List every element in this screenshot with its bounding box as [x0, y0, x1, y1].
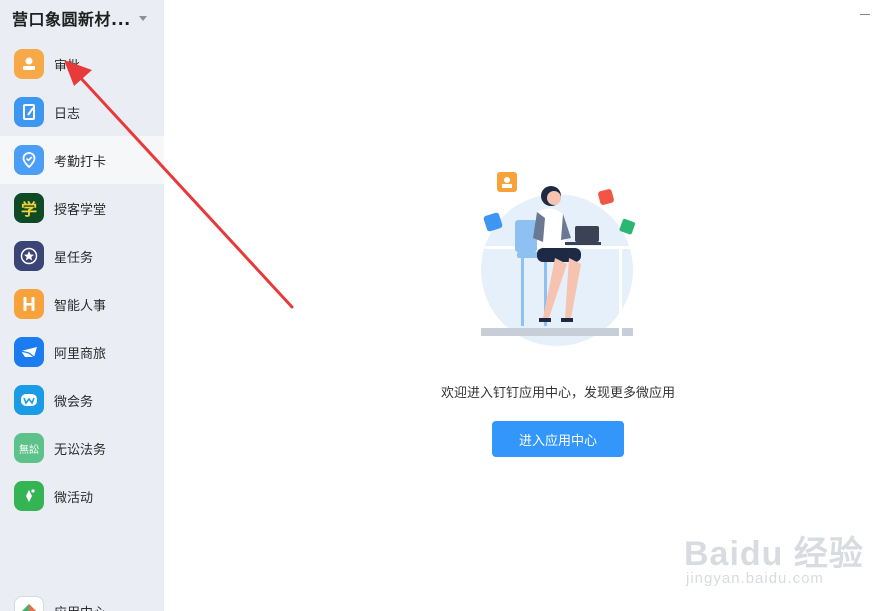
legal-glyph: 無訟	[19, 444, 39, 456]
welcome-message: 欢迎进入钉钉应用中心，发现更多微应用	[440, 386, 675, 401]
nav-item-approval[interactable]: 审批	[0, 40, 164, 88]
hr-icon	[14, 289, 44, 319]
app-nav: 审批 日志 考勤打卡 学 授客学堂 星任务 智能人事 阿里商旅 微会务 無訟 无…	[0, 40, 164, 520]
nav-item-meeting[interactable]: 微会务	[0, 376, 164, 424]
caret-down-icon	[138, 15, 147, 21]
travel-icon	[14, 337, 44, 367]
main-panel: 欢迎进入钉钉应用中心，发现更多微应用 进入应用中心 Baidu 经验 jingy…	[164, 0, 896, 611]
watermark-main: Baidu 经验	[684, 535, 864, 573]
activity-icon	[14, 481, 44, 511]
minimize-icon[interactable]	[860, 14, 870, 15]
checkin-location-icon	[14, 145, 44, 175]
org-switcher[interactable]: 营口象圆新材...	[12, 7, 158, 29]
learning-icon: 学	[14, 193, 44, 223]
nav-item-log[interactable]: 日志	[0, 88, 164, 136]
nav-label: 应用中心	[54, 602, 106, 611]
nav-label: 授客学堂	[54, 202, 107, 218]
nav-item-activity[interactable]: 微活动	[0, 472, 164, 520]
nav-label: 阿里商旅	[54, 346, 107, 362]
baidu-watermark: Baidu 经验 jingyan.baidu.com	[684, 514, 894, 594]
log-icon	[14, 97, 44, 127]
enter-app-center-button[interactable]: 进入应用中心	[492, 421, 624, 457]
nav-label: 日志	[54, 106, 81, 122]
nav-label: 智能人事	[54, 298, 107, 314]
app-center-entry[interactable]: 应用中心	[14, 596, 106, 611]
nav-label: 微活动	[54, 490, 94, 506]
nav-item-hr[interactable]: 智能人事	[0, 280, 164, 328]
nav-item-checkin[interactable]: 考勤打卡	[0, 136, 164, 184]
watermark-sub: jingyan.baidu.com	[686, 570, 824, 587]
welcome-illustration	[481, 172, 636, 346]
star-task-icon	[14, 241, 44, 271]
app-center-icon	[14, 596, 44, 611]
nav-label: 无讼法务	[54, 442, 107, 458]
meeting-icon	[14, 385, 44, 415]
legal-icon: 無訟	[14, 433, 44, 463]
nav-item-learning[interactable]: 学 授客学堂	[0, 184, 164, 232]
nav-label: 微会务	[54, 394, 94, 410]
nav-item-travel[interactable]: 阿里商旅	[0, 328, 164, 376]
org-name: 营口象圆新材...	[12, 10, 131, 29]
learning-glyph: 学	[20, 200, 37, 219]
nav-label: 审批	[54, 58, 81, 74]
nav-item-star-task[interactable]: 星任务	[0, 232, 164, 280]
nav-label: 考勤打卡	[54, 154, 107, 170]
sidebar: 营口象圆新材... 审批 日志 考勤打卡 学 授客学堂 星任务 智能人事 阿里商…	[0, 0, 164, 611]
nav-label: 星任务	[54, 250, 94, 266]
approval-icon	[14, 49, 44, 79]
nav-item-legal[interactable]: 無訟 无讼法务	[0, 424, 164, 472]
